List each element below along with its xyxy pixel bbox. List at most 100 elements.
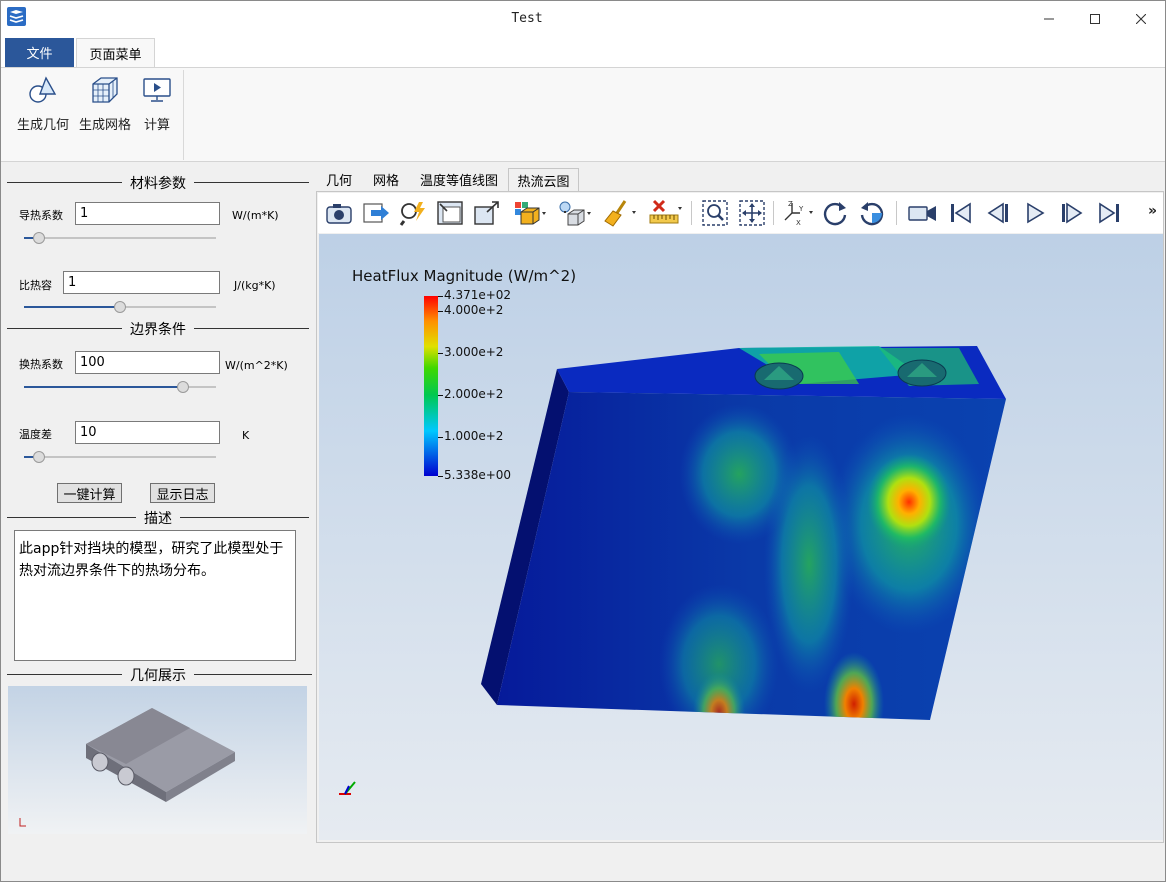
- tab-mesh[interactable]: 网格: [366, 168, 406, 191]
- temp-diff-label: 温度差: [19, 428, 52, 441]
- fit-box-icon: [437, 201, 463, 225]
- first-frame-button[interactable]: [944, 197, 978, 229]
- svg-text:Y: Y: [798, 205, 804, 213]
- maximize-button[interactable]: [1072, 1, 1118, 37]
- ribbon-tab-file[interactable]: 文件: [5, 38, 74, 67]
- temp-diff-input[interactable]: 10: [75, 421, 220, 444]
- boundary-group-header: 边界条件: [7, 319, 309, 338]
- play-button[interactable]: [1018, 197, 1052, 229]
- slider-thumb[interactable]: [33, 232, 45, 244]
- last-frame-icon: [1099, 202, 1119, 224]
- legend-tick-mark: [438, 394, 443, 396]
- temp-diff-unit: K: [242, 429, 250, 442]
- tab-temperature-contour[interactable]: 温度等值线图: [416, 168, 502, 191]
- zoom-window-button[interactable]: [698, 197, 732, 229]
- rotate-counterclockwise-button[interactable]: [855, 197, 889, 229]
- video-camera-icon: [908, 206, 936, 221]
- magnify-lightning-icon: [399, 202, 425, 226]
- description-group-header: 描述: [7, 508, 309, 527]
- temp-diff-slider[interactable]: [24, 451, 216, 463]
- legend-tick-mark: [438, 353, 443, 355]
- geometry-group-title: 几何展示: [122, 668, 194, 684]
- export-button[interactable]: [359, 197, 393, 229]
- show-log-button[interactable]: 显示日志: [150, 483, 215, 503]
- material-group-title: 材料参数: [122, 176, 194, 192]
- generate-mesh-button[interactable]: 生成网格: [75, 74, 135, 133]
- app-window: Test 文件 页面菜单 生成几何 生成网格 计算 材料参数 导热系数 1 W/…: [0, 0, 1166, 882]
- heat-capacity-unit: J/(kg*K): [234, 279, 276, 292]
- toolbar-separator: [896, 201, 897, 225]
- legend-tick-label: 5.338e+00: [444, 468, 512, 482]
- generate-geometry-button[interactable]: 生成几何: [13, 74, 73, 133]
- view-frame: ZYX » HeatFlux Magnitude (W/m^2) 4.371e+…: [316, 191, 1164, 843]
- toolbar-separator: [691, 201, 692, 225]
- svg-text:X: X: [796, 219, 801, 227]
- fit-box-button[interactable]: [433, 197, 467, 229]
- htc-input[interactable]: 100: [75, 351, 220, 374]
- record-video-button[interactable]: [906, 197, 940, 229]
- conductivity-unit: W/(m*K): [232, 209, 279, 222]
- legend-color-bar: [424, 296, 438, 476]
- window-title: Test: [511, 11, 543, 26]
- legend-tick-label: 3.000e+2: [444, 345, 504, 360]
- description-textbox[interactable]: 此app针对挡块的模型，研究了此模型处于热对流边界条件下的热场分布。: [14, 530, 296, 661]
- toolbar-overflow-button[interactable]: »: [1148, 203, 1157, 219]
- heat-capacity-label: 比热容: [19, 279, 52, 292]
- remove-ruler-icon: [649, 199, 682, 224]
- slider-thumb[interactable]: [177, 381, 189, 393]
- material-group-header: 材料参数: [7, 173, 309, 192]
- quick-probe-button[interactable]: [396, 197, 430, 229]
- heat-capacity-slider[interactable]: [24, 301, 216, 313]
- slider-thumb[interactable]: [33, 451, 45, 463]
- monitor-play-icon: [143, 78, 171, 102]
- left-panel: 材料参数 导热系数 1 W/(m*K) 比热容 1 J/(kg*K) 边界条件 …: [4, 166, 312, 841]
- htc-unit: W/(m^2*K): [225, 359, 288, 372]
- geometry-preview-viewport[interactable]: [8, 686, 307, 834]
- remove-measure-button[interactable]: [648, 197, 682, 229]
- generate-mesh-label: 生成网格: [78, 118, 131, 133]
- tab-geometry[interactable]: 几何: [319, 168, 359, 191]
- next-frame-button[interactable]: [1055, 197, 1089, 229]
- display-mode-button[interactable]: [513, 197, 547, 229]
- heat-flux-viewport[interactable]: HeatFlux Magnitude (W/m^2) 4.371e+02 4.0…: [319, 234, 1163, 840]
- conductivity-input[interactable]: 1: [75, 202, 220, 225]
- rotate-clockwise-button[interactable]: [818, 197, 852, 229]
- ribbon-tab-page-menu[interactable]: 页面菜单: [76, 38, 155, 67]
- view-orientation-button[interactable]: ZYX: [780, 197, 814, 229]
- shapes-icon: [29, 76, 57, 103]
- minimize-button[interactable]: [1026, 1, 1072, 37]
- lighting-button[interactable]: [558, 197, 592, 229]
- legend-tick-label: 4.000e+2: [444, 303, 504, 318]
- orientation-axes-icon: [339, 781, 356, 795]
- camera-icon: [326, 204, 352, 224]
- compute-button[interactable]: 计算: [137, 74, 177, 133]
- play-icon: [1027, 202, 1045, 224]
- one-click-compute-button[interactable]: 一键计算: [57, 483, 122, 503]
- legend-tick-mark: [438, 311, 443, 313]
- close-button[interactable]: [1118, 1, 1164, 37]
- conductivity-slider[interactable]: [24, 232, 216, 244]
- fit-all-button[interactable]: [735, 197, 769, 229]
- tab-heat-flux[interactable]: 热流云图: [508, 168, 579, 191]
- geometry-model-image: [19, 708, 235, 827]
- toolbar-separator: [773, 201, 774, 225]
- previous-frame-button[interactable]: [981, 197, 1015, 229]
- slider-thumb[interactable]: [114, 301, 126, 313]
- heat-flux-model: [339, 346, 1006, 795]
- legend-tick-label: 1.000e+2: [444, 428, 504, 443]
- screenshot-button[interactable]: [322, 197, 356, 229]
- ribbon-separator: [183, 70, 184, 160]
- heat-capacity-input[interactable]: 1: [63, 271, 220, 294]
- rotate-ccw-icon: [860, 202, 884, 226]
- legend-tick-label: 2.000e+2: [444, 386, 504, 401]
- axes-icon: ZYX: [784, 200, 813, 227]
- legend-tick-mark: [438, 476, 443, 477]
- fit-all-icon: [739, 200, 765, 226]
- last-frame-button[interactable]: [1092, 197, 1126, 229]
- close-icon: [1136, 14, 1146, 24]
- previous-frame-icon: [987, 202, 1008, 224]
- htc-slider[interactable]: [24, 381, 216, 393]
- mesh-cube-icon: [92, 77, 118, 103]
- clear-button[interactable]: [603, 197, 637, 229]
- scale-box-button[interactable]: [470, 197, 504, 229]
